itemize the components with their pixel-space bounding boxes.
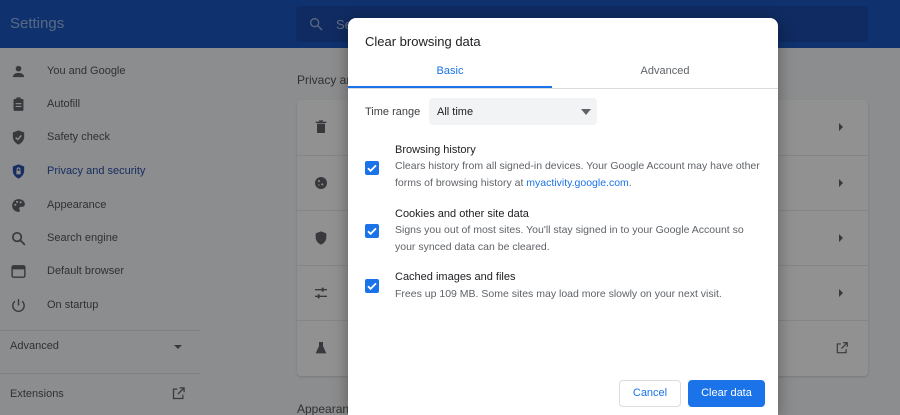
browsing-history-checkbox[interactable] <box>365 161 379 175</box>
option-description: Signs you out of most sites. You'll stay… <box>395 224 744 253</box>
checkmark-icon <box>367 227 377 236</box>
option-description-end: . <box>628 177 632 189</box>
cookies-checkbox[interactable] <box>365 224 379 238</box>
option-title: Browsing history <box>395 144 476 156</box>
dialog-title: Clear browsing data <box>365 34 481 49</box>
cached-images-checkbox[interactable] <box>365 279 379 293</box>
option-description: Clears history from all signed-in device… <box>395 158 767 192</box>
cancel-button[interactable]: Cancel <box>619 380 681 407</box>
time-range-select[interactable]: All time <box>429 98 597 125</box>
time-range-value: All time <box>437 106 474 118</box>
clear-data-button[interactable]: Clear data <box>688 380 765 407</box>
checkmark-icon <box>367 282 377 291</box>
option-title: Cookies and other site data <box>395 208 529 220</box>
caret-down-icon <box>581 109 591 115</box>
myactivity-link[interactable]: myactivity.google.com <box>526 177 629 189</box>
time-range-label: Time range <box>365 106 421 118</box>
clear-browsing-data-dialog: Clear browsing data Basic Advanced Time … <box>348 18 778 415</box>
option-title: Cached images and files <box>395 271 516 283</box>
option-description: Frees up 109 MB. Some sites may load mor… <box>395 288 722 300</box>
checkmark-icon <box>367 164 377 173</box>
tab-advanced[interactable]: Advanced <box>552 65 778 89</box>
tabs-divider <box>348 88 778 89</box>
